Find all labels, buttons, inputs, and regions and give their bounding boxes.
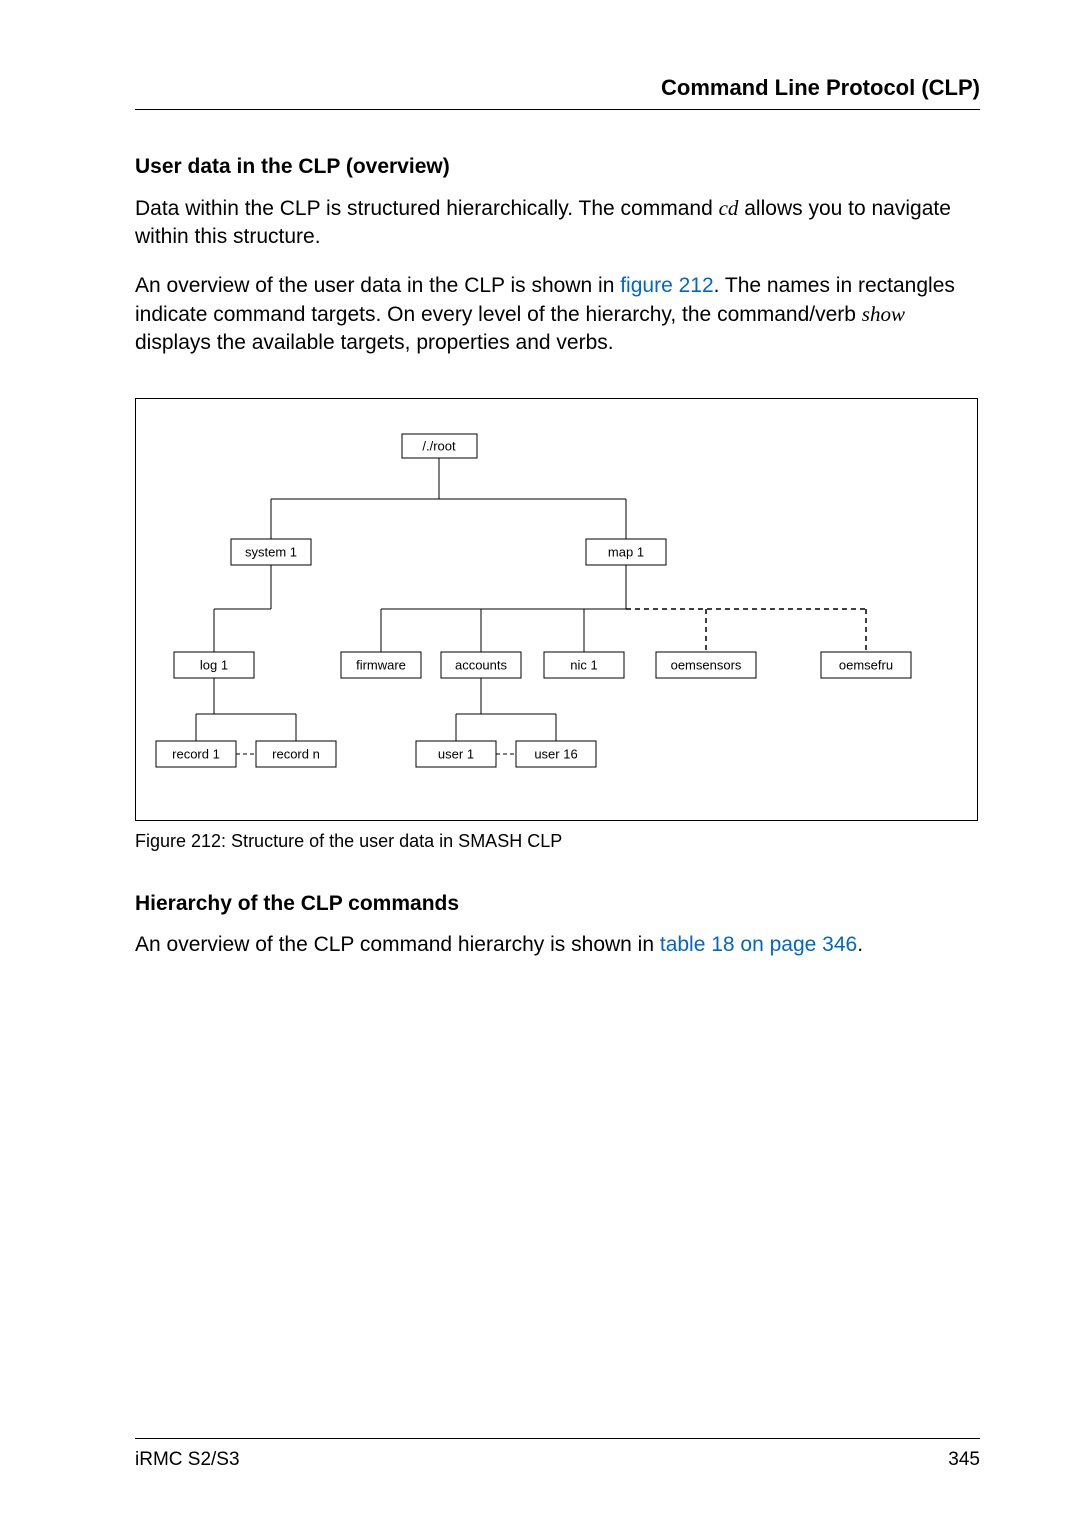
node-oemsensors: oemsensors [671,657,742,672]
text: Data within the CLP is structured hierar… [135,197,719,220]
command-show: show [862,302,905,326]
figure-caption: Figure 212: Structure of the user data i… [135,831,980,852]
text: An overview of the CLP command hierarchy… [135,933,660,956]
node-map1: map 1 [608,544,644,559]
link-table-18[interactable]: table 18 on page 346 [660,933,857,956]
node-accounts: accounts [455,657,508,672]
node-firmware: firmware [356,657,406,672]
node-user16: user 16 [534,746,577,761]
section-heading-2: Hierarchy of the CLP commands [135,892,980,916]
paragraph-3: An overview of the CLP command hierarchy… [135,931,980,959]
link-figure-212[interactable]: figure 212 [620,274,713,297]
footer-rule [135,1438,980,1439]
node-nic1: nic 1 [570,657,597,672]
footer-page-number: 345 [948,1449,980,1471]
text: An overview of the user data in the CLP … [135,274,620,297]
paragraph-2: An overview of the user data in the CLP … [135,272,980,358]
paragraph-1: Data within the CLP is structured hierar… [135,194,980,252]
footer-left: iRMC S2/S3 [135,1449,240,1471]
node-recordn: record n [272,746,320,761]
node-root: /./root [422,438,456,453]
text: displays the available targets, properti… [135,331,614,354]
node-user1: user 1 [438,746,474,761]
page-footer: iRMC S2/S3 345 [135,1438,980,1471]
header-rule [135,109,980,110]
node-record1: record 1 [172,746,220,761]
page-header-title: Command Line Protocol (CLP) [135,75,980,101]
node-system1: system 1 [245,544,297,559]
node-log1: log 1 [200,657,228,672]
text: . [857,933,863,956]
command-cd: cd [719,196,739,220]
node-oemsefru: oemsefru [839,657,893,672]
figure-212-diagram: /./root system 1 map 1 [135,398,978,821]
section-heading-1: User data in the CLP (overview) [135,155,980,179]
